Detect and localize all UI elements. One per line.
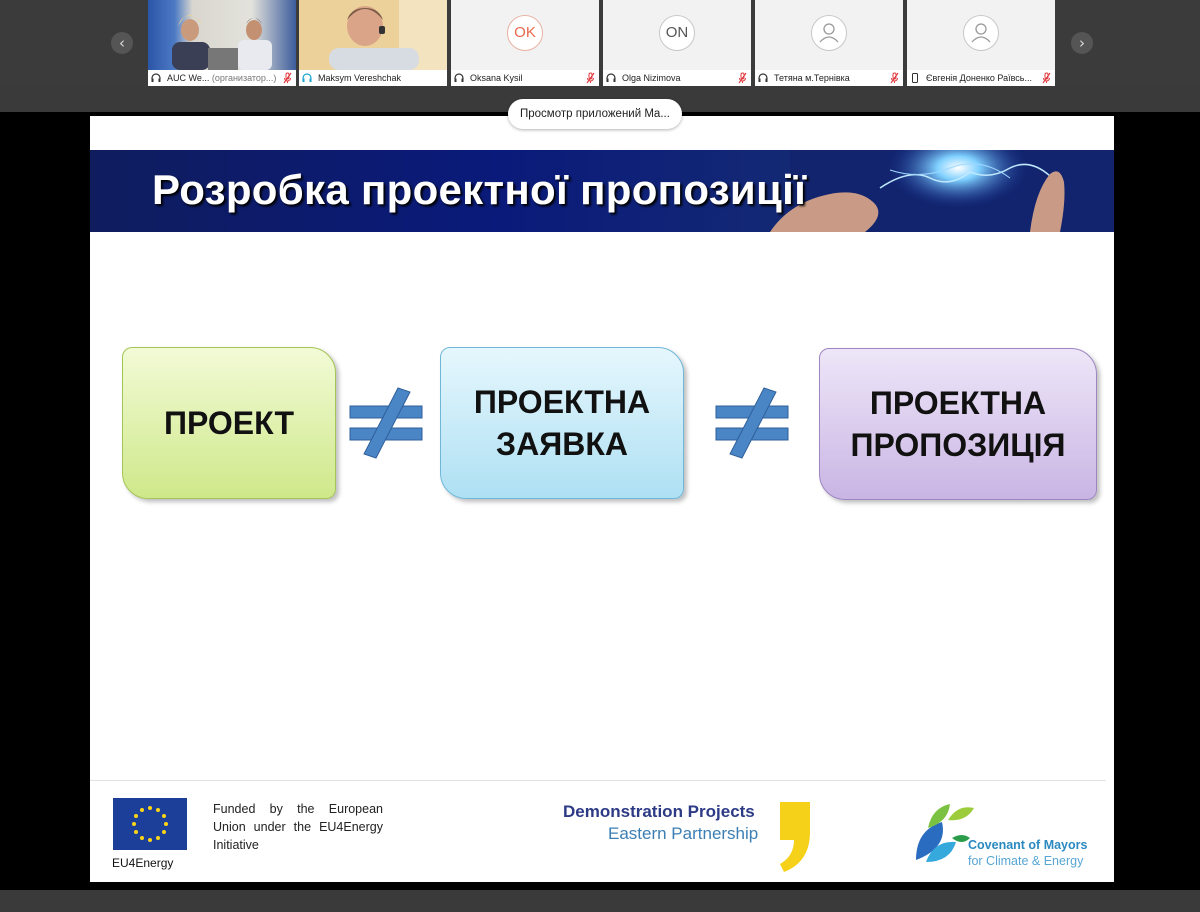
participant-tile[interactable]: Тетяна м.Тернівка [755,0,903,86]
participant-strip: ‹ › AUC We... (организатор...) Maksym Ve… [0,0,1200,86]
user-avatar-icon [811,15,847,51]
participant-tile-active[interactable]: Maksym Vereshchak [299,0,447,86]
initials-avatar: ON [659,15,695,51]
eu-flag-logo [113,798,187,850]
participant-name: Oksana Kysil [470,73,523,83]
not-equal-icon [715,387,789,459]
headset-icon [454,73,464,82]
footer-divider [90,780,1106,781]
participant-placeholder: OK [451,0,599,70]
headset-icon [758,73,768,82]
headset-icon [606,73,616,82]
not-equal-icon [349,387,423,459]
participant-namebar: Євгенія Доненко Раївсь... [907,70,1055,86]
box-label: ПРОЕКТНА [473,384,651,420]
participant-name: AUC We... (организатор...) [167,73,277,83]
demo-projects-title: Demonstration Projects [563,802,755,821]
user-avatar-icon [963,15,999,51]
slide-title: Розробка проектної пропозиції [152,166,807,213]
participant-namebar: AUC We... (организатор...) [148,70,296,86]
eu4energy-caption: EU4Energy [112,856,174,870]
eastern-partnership-label: Eastern Partnership [608,824,759,843]
slide-title-banner: Розробка проектної пропозиції [90,150,1114,232]
video-frame [299,0,447,70]
funding-statement: Funded by the European Union under the E… [213,802,383,852]
box-label: ПРОПОЗИЦІЯ [850,427,1066,463]
participant-name: Olga Nizimova [622,73,681,83]
next-participants-button[interactable]: › [1071,32,1093,54]
box-label: ПРОЕКТ [163,405,295,441]
box-label: ЗАЯВКА [496,426,628,462]
participant-namebar: Olga Nizimova [603,70,751,86]
participant-namebar: Тетяна м.Тернівка [755,70,903,86]
participant-placeholder [907,0,1055,70]
mic-muted-icon[interactable] [586,72,595,84]
prev-participants-button[interactable]: ‹ [111,32,133,54]
mic-muted-icon[interactable] [738,72,747,84]
phone-icon [912,73,918,83]
bottom-bar [0,890,1200,912]
headset-icon [151,73,161,82]
presentation-slide: Розробка проектної пропозиції ПРОЕКТ ПРО… [90,116,1114,882]
participant-placeholder: ON [603,0,751,70]
concept-box-project: ПРОЕКТ [122,347,336,499]
shared-screen-area: Розробка проектної пропозиції ПРОЕКТ ПРО… [0,112,1200,890]
participant-tile[interactable]: ON Olga Nizimova [603,0,751,86]
screen-share-tooltip[interactable]: Просмотр приложений Ma... [508,99,682,129]
participant-tile[interactable]: Євгенія Доненко Раївсь... [907,0,1055,86]
participant-placeholder [755,0,903,70]
participant-namebar: Maksym Vereshchak [299,70,447,86]
participant-tile[interactable]: OK Oksana Kysil [451,0,599,86]
box-label: ПРОЕКТНА [869,385,1047,421]
video-frame [172,15,272,70]
participant-namebar: Oksana Kysil [451,70,599,86]
participant-name: Тетяна м.Тернівка [774,73,850,83]
participant-name: Євгенія Доненко Раївсь... [926,73,1032,83]
participant-name: Maksym Vereshchak [318,73,402,83]
mic-muted-icon[interactable] [890,72,899,84]
climate-energy-subtitle: for Climate & Energy [968,854,1084,868]
yellow-comma-logo [780,802,810,872]
mic-muted-icon[interactable] [283,72,292,84]
mic-muted-icon[interactable] [1042,72,1051,84]
concept-box-project-application: ПРОЕКТНА ЗАЯВКА [440,347,684,499]
covenant-of-mayors-title: Covenant of Mayors [968,838,1088,852]
concept-box-project-proposal: ПРОЕКТНА ПРОПОЗИЦІЯ [819,348,1097,500]
initials-avatar: OK [507,15,543,51]
participant-tile[interactable]: AUC We... (организатор...) [148,0,296,86]
speaking-headset-icon [302,73,312,82]
participant-video [299,0,447,70]
participant-video [148,0,296,70]
